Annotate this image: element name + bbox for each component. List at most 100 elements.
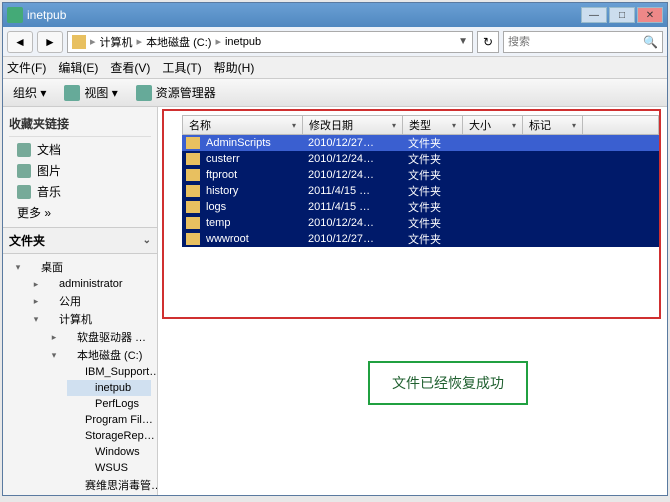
views-button[interactable]: 视图 ▾ [60,82,121,103]
folder-icon [69,413,83,427]
main-pane: 名称▾ 修改日期▾ 类型▾ 大小▾ 标记▾ AdminScripts2010/1… [158,107,667,495]
menu-tools[interactable]: 工具(T) [162,59,201,76]
picture-icon [17,164,31,178]
favorites-music[interactable]: 音乐 [9,181,151,202]
refresh-button[interactable]: ↻ [477,31,499,53]
menu-file[interactable]: 文件(F) [7,59,46,76]
tree-wsus[interactable]: WSUS [67,460,151,476]
file-date: 2010/12/27… [302,137,402,149]
col-type[interactable]: 类型▾ [403,116,463,134]
file-type: 文件夹 [402,135,462,151]
file-type: 文件夹 [402,199,462,215]
close-button[interactable]: ✕ [637,7,663,23]
tree-perflogs[interactable]: PerfLogs [67,396,151,412]
col-name[interactable]: 名称▾ [183,116,303,134]
tree-computer[interactable]: ▾计算机 [31,310,151,328]
minimize-button[interactable]: — [581,7,607,23]
document-icon [17,143,31,157]
folder-icon [79,445,93,459]
path-dropdown-icon[interactable]: ▼ [458,36,468,47]
file-list: 名称▾ 修改日期▾ 类型▾ 大小▾ 标记▾ AdminScripts2010/1… [182,115,659,247]
menu-edit[interactable]: 编辑(E) [58,59,98,76]
drive-icon [61,348,75,362]
file-row[interactable]: ftproot2010/12/24…文件夹 [182,167,659,183]
file-name: AdminScripts [200,137,302,149]
file-row[interactable]: history2011/4/15 …文件夹 [182,183,659,199]
success-callout: 文件已经恢复成功 [368,361,528,405]
folder-icon [186,137,200,149]
user-icon [43,277,57,291]
file-name: history [200,185,302,197]
file-type: 文件夹 [402,167,462,183]
col-date[interactable]: 修改日期▾ [303,116,403,134]
folder-icon [79,397,93,411]
file-row[interactable]: wwwroot2010/12/27…文件夹 [182,231,659,247]
folder-icon [72,35,86,49]
folders-header[interactable]: 文件夹⌄ [3,227,157,254]
tree-public[interactable]: ▸公用 [31,292,151,310]
file-name: custerr [200,153,302,165]
window-title: inetpub [27,8,581,22]
file-date: 2011/4/15 … [302,201,402,213]
nav-bar: ◄ ► ▸ 计算机 ▸ 本地磁盘 (C:) ▸ inetpub ▼ ↻ 🔍 [3,27,667,57]
tree-floppy[interactable]: ▸软盘驱动器 … [49,328,151,346]
computer-icon [43,312,57,326]
file-name: ftproot [200,169,302,181]
desktop-icon [25,260,39,274]
file-type: 文件夹 [402,183,462,199]
music-icon [17,185,31,199]
folder-icon [69,365,83,379]
resource-manager-button[interactable]: 资源管理器 [132,82,220,103]
file-name: wwwroot [200,233,302,245]
path-seg-3[interactable]: inetpub [225,36,261,48]
tree-windows[interactable]: Windows [67,444,151,460]
tree-ibm[interactable]: IBM_Support… [67,364,151,380]
folder-icon [186,201,200,213]
search-box[interactable]: 🔍 [503,31,663,53]
organize-button[interactable]: 组织 ▾ [9,82,50,103]
maximize-button[interactable]: □ [609,7,635,23]
tree-cdrive[interactable]: ▾本地磁盘 (C:) [49,346,151,364]
tree-inetpub[interactable]: inetpub [67,380,151,396]
favorites-header: 收藏夹链接 [9,111,151,137]
menu-view[interactable]: 查看(V) [110,59,150,76]
folder-icon [69,429,83,443]
tree-progfiles[interactable]: Program Fil… [67,412,151,428]
resmgr-icon [136,85,152,101]
file-type: 文件夹 [402,151,462,167]
favorites-pictures[interactable]: 图片 [9,160,151,181]
file-row[interactable]: custerr2010/12/24…文件夹 [182,151,659,167]
file-date: 2010/12/24… [302,169,402,181]
col-tags[interactable]: 标记▾ [523,116,583,134]
col-size[interactable]: 大小▾ [463,116,523,134]
column-headers: 名称▾ 修改日期▾ 类型▾ 大小▾ 标记▾ [182,115,659,135]
tree-users[interactable]: 用户 [67,494,151,495]
views-icon [64,85,80,101]
file-row[interactable]: temp2010/12/24…文件夹 [182,215,659,231]
back-button[interactable]: ◄ [7,31,33,53]
tree-sws[interactable]: 赛维思消毒管… [67,476,151,494]
file-date: 2010/12/27… [302,233,402,245]
folder-icon [186,169,200,181]
address-bar[interactable]: ▸ 计算机 ▸ 本地磁盘 (C:) ▸ inetpub ▼ [67,31,473,53]
title-bar: inetpub — □ ✕ [3,3,667,27]
folder-icon [186,185,200,197]
path-seg-2[interactable]: 本地磁盘 (C:) [146,34,211,50]
file-type: 文件夹 [402,215,462,231]
tree-desktop[interactable]: ▾桌面 [13,258,151,276]
tree-storagerep[interactable]: StorageRep… [67,428,151,444]
file-name: temp [200,217,302,229]
search-input[interactable] [508,36,643,48]
menu-help[interactable]: 帮助(H) [214,59,255,76]
favorites-more[interactable]: 更多 » [9,202,151,223]
tree-admin[interactable]: ▸administrator [31,276,151,292]
favorites-docs[interactable]: 文档 [9,139,151,160]
forward-button[interactable]: ► [37,31,63,53]
file-row[interactable]: logs2011/4/15 …文件夹 [182,199,659,215]
path-seg-1[interactable]: 计算机 [100,34,133,50]
folder-icon [186,217,200,229]
file-row[interactable]: AdminScripts2010/12/27…文件夹 [182,135,659,151]
folder-icon [186,233,200,245]
file-name: logs [200,201,302,213]
folder-icon [79,381,93,395]
